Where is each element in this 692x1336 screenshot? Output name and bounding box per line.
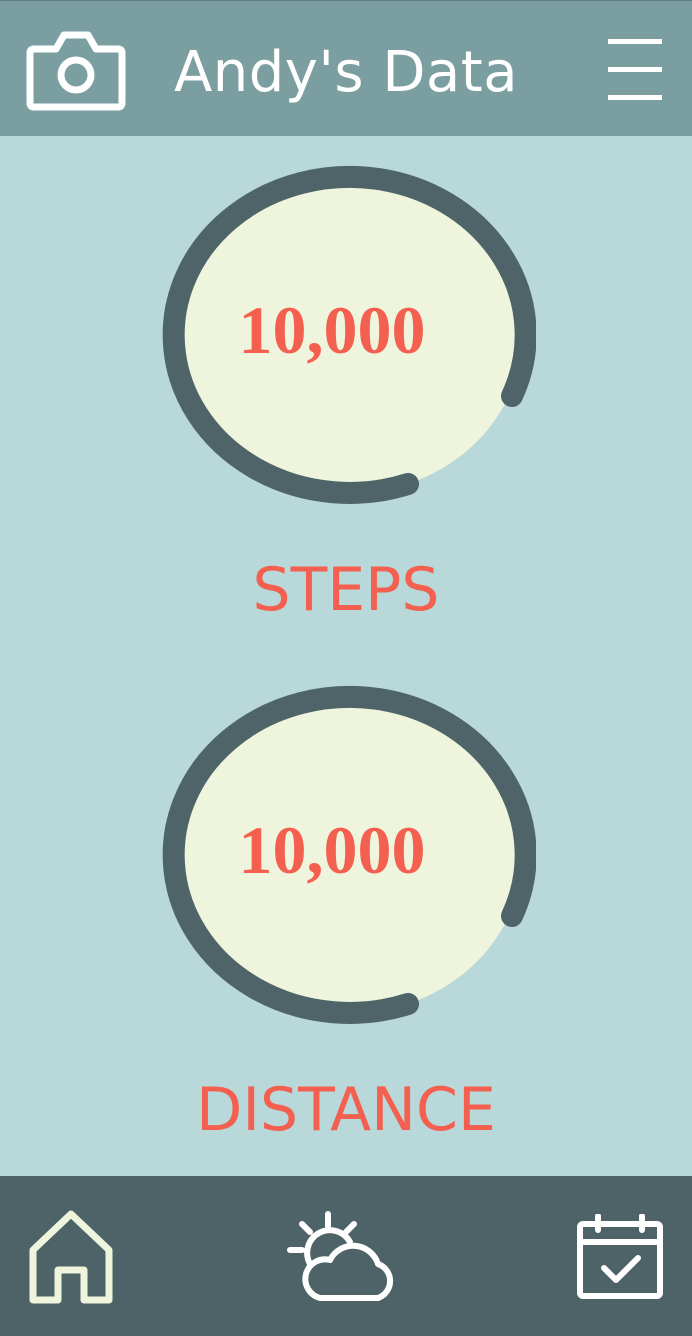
header-bar: Andy's Data [0,0,692,136]
home-button[interactable] [28,1208,114,1306]
steps-label: STEPS [252,555,440,625]
steps-stat: 10,000 STEPS [0,164,692,634]
steps-value: 10,000 [238,292,426,368]
menu-button[interactable] [606,35,666,105]
calendar-check-icon [577,1213,663,1299]
distance-value: 10,000 [238,812,426,888]
weather-partly-cloudy-icon [287,1211,394,1301]
distance-stat: 10,000 DISTANCE [0,684,692,1154]
distance-label: DISTANCE [196,1075,496,1145]
bottom-nav [0,1176,692,1336]
weather-button[interactable] [286,1210,402,1304]
calendar-button[interactable] [576,1213,664,1300]
page-title: Andy's Data [173,40,519,105]
menu-icon [608,39,662,100]
home-icon [29,1210,113,1304]
